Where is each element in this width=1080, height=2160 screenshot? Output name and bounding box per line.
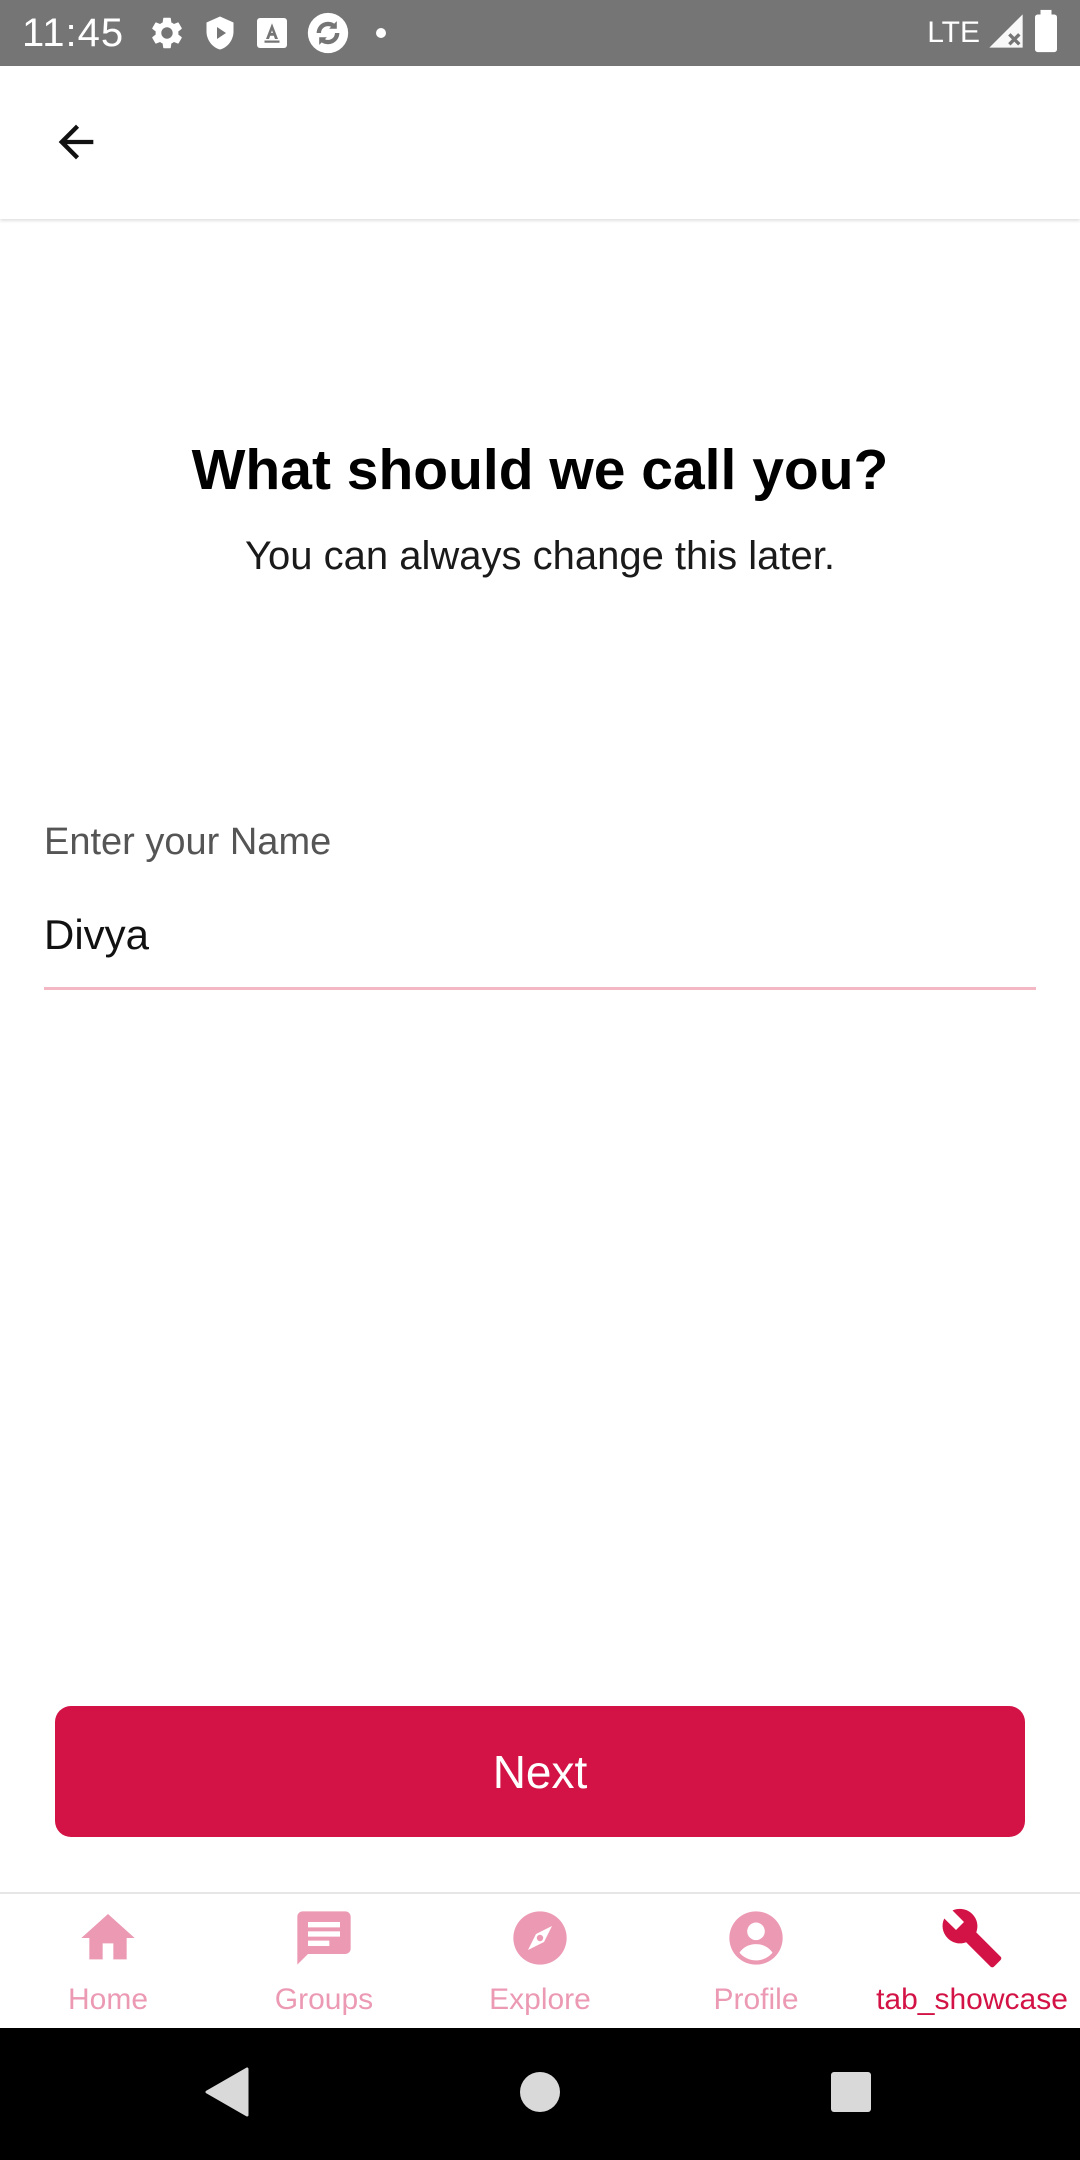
tab-explore[interactable]: Explore bbox=[432, 1894, 648, 2028]
font-a-icon bbox=[254, 15, 290, 51]
app-bar bbox=[0, 66, 1080, 219]
tab-label: Home bbox=[67, 1983, 149, 2016]
chat-bubble-icon bbox=[292, 1906, 356, 1975]
tab-label: Profile bbox=[713, 1983, 799, 2016]
tab-home[interactable]: Home bbox=[0, 1894, 216, 2028]
home-icon bbox=[76, 1906, 140, 1975]
system-home-button[interactable] bbox=[510, 2064, 570, 2124]
bottom-nav: Home Groups Explore Profile tab_showcase bbox=[0, 1892, 1080, 2028]
arrow-left-icon bbox=[50, 116, 102, 173]
page-subtitle: You can always change this later. bbox=[244, 534, 836, 578]
name-input[interactable] bbox=[44, 900, 1036, 990]
triangle-back-icon bbox=[203, 2067, 249, 2122]
sync-circle-icon bbox=[306, 11, 350, 55]
signal-icon bbox=[986, 11, 1026, 56]
page-title: What should we call you? bbox=[191, 438, 889, 502]
status-time: 11:45 bbox=[22, 11, 125, 55]
tab-label: Groups bbox=[274, 1983, 374, 2016]
compass-icon bbox=[508, 1906, 572, 1975]
tab-profile[interactable]: Profile bbox=[648, 1894, 864, 2028]
status-system-icons: LTE bbox=[927, 9, 1060, 58]
tab-label: tab_showcase bbox=[876, 1983, 1068, 2016]
wrench-icon bbox=[940, 1906, 1004, 1975]
dot-icon bbox=[366, 18, 396, 48]
tab-label: Explore bbox=[489, 1983, 591, 2016]
network-type: LTE bbox=[927, 16, 980, 49]
name-field-label: Enter your Name bbox=[44, 821, 332, 863]
tab-groups[interactable]: Groups bbox=[216, 1894, 432, 2028]
system-recents-button[interactable] bbox=[821, 2064, 881, 2124]
battery-icon bbox=[1032, 9, 1060, 58]
back-button[interactable] bbox=[38, 112, 114, 176]
shield-play-icon bbox=[202, 14, 238, 52]
tab-showcase[interactable]: tab_showcase bbox=[864, 1894, 1080, 2028]
gear-icon bbox=[148, 14, 186, 52]
next-button[interactable]: Next bbox=[55, 1706, 1025, 1837]
status-bar: 11:45 LTE bbox=[0, 0, 1080, 66]
status-notification-icons bbox=[148, 11, 396, 55]
system-nav-bar bbox=[0, 2028, 1080, 2160]
square-recents-icon bbox=[830, 2071, 872, 2118]
circle-home-icon bbox=[518, 2070, 562, 2119]
system-back-button[interactable] bbox=[196, 2064, 256, 2124]
account-circle-icon bbox=[724, 1906, 788, 1975]
